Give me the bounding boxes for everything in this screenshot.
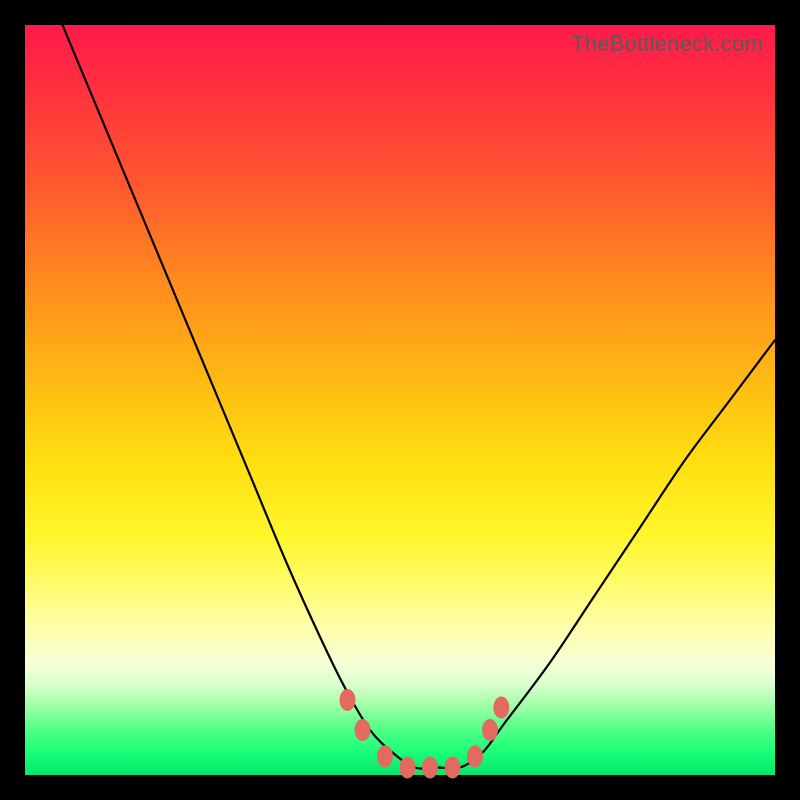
marker-point (482, 719, 498, 741)
marker-point (493, 697, 509, 719)
bottleneck-curve (25, 25, 775, 775)
marker-point (340, 689, 356, 711)
chart-frame: TheBottleneck.com (0, 0, 800, 800)
marker-point (467, 745, 483, 767)
marker-point (377, 745, 393, 767)
marker-point (400, 757, 416, 779)
marker-point (445, 757, 461, 779)
marker-group (340, 689, 510, 779)
plot-area: TheBottleneck.com (25, 25, 775, 775)
curve-path (63, 25, 776, 769)
marker-point (355, 719, 371, 741)
marker-point (422, 757, 438, 779)
